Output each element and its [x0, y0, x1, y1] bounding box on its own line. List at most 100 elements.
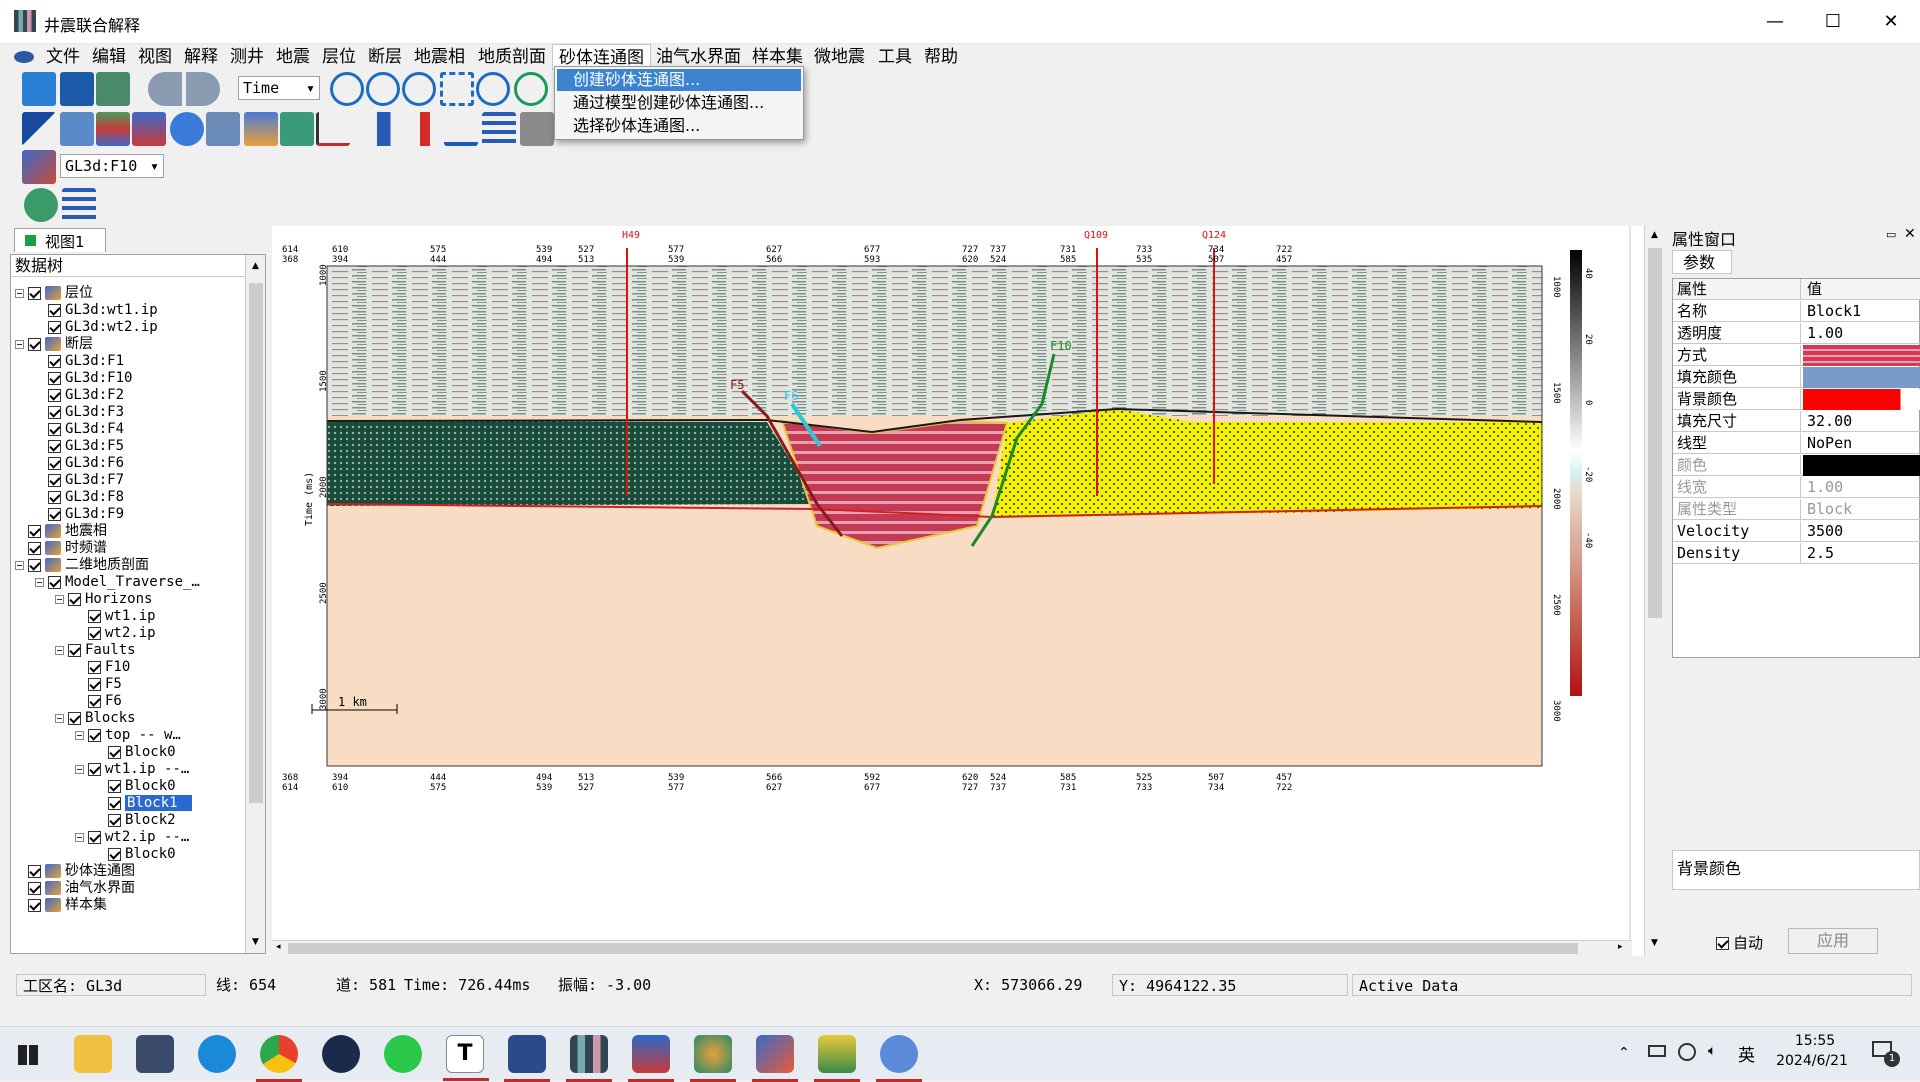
menu-seismic[interactable]: 地震	[270, 44, 316, 70]
checkbox-icon[interactable]	[68, 711, 81, 725]
tree-node[interactable]: 断层	[15, 336, 243, 353]
checkbox-icon[interactable]	[48, 371, 61, 385]
arrow-up-icon[interactable]	[408, 112, 442, 146]
tree-node[interactable]: GL3d:F10	[15, 370, 243, 387]
globe-app-icon[interactable]	[876, 1035, 922, 1082]
section-view[interactable]: H49 Q109 Q124 F5 F6 F10 614 368 610 394 575 4…	[272, 226, 1652, 956]
clock-date[interactable]: 2024/6/21	[1764, 1053, 1860, 1069]
tree-node[interactable]: Block1	[15, 795, 243, 812]
section-app-icon[interactable]	[628, 1035, 674, 1082]
property-value[interactable]: 1.00	[1803, 477, 1920, 498]
menu-help[interactable]: 帮助	[918, 44, 964, 70]
select-sand-map-item[interactable]: 选择砂体连通图...	[557, 115, 801, 137]
checkbox-icon[interactable]	[68, 643, 81, 657]
property-row[interactable]: 填充颜色	[1673, 367, 1920, 388]
tree-node[interactable]: 时频谱	[15, 540, 243, 557]
tree-node[interactable]: GL3d:wt2.ip	[15, 319, 243, 336]
property-row[interactable]: 填充尺寸 32.00	[1673, 411, 1920, 432]
time-select[interactable]: Time ▾	[238, 76, 320, 100]
checkbox-icon[interactable]	[28, 558, 41, 572]
tree-node[interactable]: GL3d:F6	[15, 455, 243, 472]
collapse-icon[interactable]	[55, 645, 64, 655]
checkbox-icon[interactable]	[88, 830, 101, 844]
property-row[interactable]: 背景颜色	[1673, 389, 1920, 410]
scroll-left-icon[interactable]: ◂	[276, 942, 281, 952]
steam-icon[interactable]	[322, 1035, 360, 1073]
property-value[interactable]	[1803, 389, 1920, 410]
checkbox-icon[interactable]	[48, 439, 61, 453]
typora-icon[interactable]: T	[443, 1035, 489, 1081]
volume-icon[interactable]: 🔈︎	[1708, 1043, 1716, 1059]
tree-scroll-thumb[interactable]	[249, 283, 263, 803]
checkbox-icon[interactable]	[88, 609, 101, 623]
list-icon[interactable]	[62, 188, 96, 222]
file-explorer-icon[interactable]	[74, 1035, 112, 1073]
scroll-up-icon[interactable]: ▲	[252, 261, 259, 271]
tree-node[interactable]: Faults	[15, 642, 243, 659]
tree-node[interactable]: Block0	[15, 778, 243, 795]
scroll-down-icon[interactable]: ▼	[252, 937, 259, 947]
tree-node[interactable]: GL3d:F3	[15, 404, 243, 421]
arrow-right-icon[interactable]	[370, 112, 404, 146]
select-arrow-icon[interactable]	[22, 112, 56, 146]
tree-node[interactable]: GL3d:F8	[15, 489, 243, 506]
section-hscrollbar[interactable]: ◂ ▸	[272, 940, 1632, 956]
layer-icon[interactable]	[96, 112, 130, 146]
tab-params[interactable]: 参数	[1672, 250, 1732, 274]
property-row[interactable]: Velocity 3500	[1673, 521, 1920, 542]
menu-well[interactable]: 测井	[224, 44, 270, 70]
collapse-icon[interactable]	[55, 594, 64, 604]
tree-node[interactable]: 样本集	[15, 897, 243, 914]
menu-horizon[interactable]: 层位	[316, 44, 362, 70]
checkbox-icon[interactable]	[28, 881, 41, 895]
checkbox-icon[interactable]	[28, 864, 41, 878]
redo-icon[interactable]	[186, 72, 220, 106]
zoom-in-icon[interactable]	[330, 72, 364, 106]
checkbox-icon[interactable]	[48, 303, 61, 317]
horizon-tool-icon[interactable]	[244, 112, 278, 146]
checkbox-icon[interactable]	[108, 813, 121, 827]
jingzhen-app-icon[interactable]	[566, 1035, 612, 1082]
scroll-right-icon[interactable]: ▸	[1618, 942, 1623, 952]
zoom-fit-icon[interactable]	[440, 72, 474, 106]
tree-node[interactable]: GL3d:F5	[15, 438, 243, 455]
checkbox-icon[interactable]	[108, 847, 121, 861]
menu-file[interactable]: 文件	[40, 44, 86, 70]
checkbox-icon[interactable]	[28, 898, 41, 912]
network-icon[interactable]	[1678, 1043, 1696, 1061]
globe-icon[interactable]	[170, 112, 204, 146]
property-row[interactable]: Density 2.5	[1673, 543, 1920, 564]
settings-list-icon[interactable]	[482, 112, 516, 146]
property-row[interactable]: 线宽 1.00	[1673, 477, 1920, 498]
zoom-box-icon[interactable]	[402, 72, 436, 106]
property-value[interactable]: 2.5	[1803, 543, 1920, 564]
tree-node[interactable]: 砂体连通图	[15, 863, 243, 880]
collapse-icon[interactable]	[15, 560, 24, 570]
seismic-section-canvas[interactable]: H49 Q109 Q124 F5 F6 F10 6143686103945754…	[272, 226, 1652, 956]
create-sand-map-from-model-item[interactable]: 通过模型创建砂体连通图...	[557, 92, 801, 114]
collapse-icon[interactable]	[15, 339, 24, 349]
checkbox-icon[interactable]	[68, 592, 81, 606]
grid-icon[interactable]	[206, 112, 240, 146]
menu-fault[interactable]: 断层	[362, 44, 408, 70]
tree-node[interactable]: Blocks	[15, 710, 243, 727]
checkbox-icon[interactable]	[88, 762, 101, 776]
collapse-icon[interactable]	[55, 713, 64, 723]
auto-check-icon[interactable]	[1716, 937, 1729, 950]
box-icon[interactable]	[520, 112, 554, 146]
checkbox-icon[interactable]	[28, 524, 41, 538]
tree-node[interactable]: Block0	[15, 846, 243, 863]
menu-interpret[interactable]: 解释	[178, 44, 224, 70]
checkbox-icon[interactable]	[88, 677, 101, 691]
property-row[interactable]: 颜色	[1673, 455, 1920, 476]
layer-select[interactable]: GL3d:F10 ▾	[60, 154, 164, 178]
collapse-icon[interactable]	[35, 577, 44, 587]
well-tie-icon[interactable]	[60, 112, 94, 146]
checkbox-icon[interactable]	[48, 388, 61, 402]
tree-node[interactable]: wt2.ip --…	[15, 829, 243, 846]
tree-node[interactable]: GL3d:F9	[15, 506, 243, 523]
checkbox-icon[interactable]	[48, 473, 61, 487]
tree-node[interactable]: wt2.ip	[15, 625, 243, 642]
menu-tools[interactable]: 工具	[872, 44, 918, 70]
collapse-icon[interactable]	[15, 288, 24, 298]
